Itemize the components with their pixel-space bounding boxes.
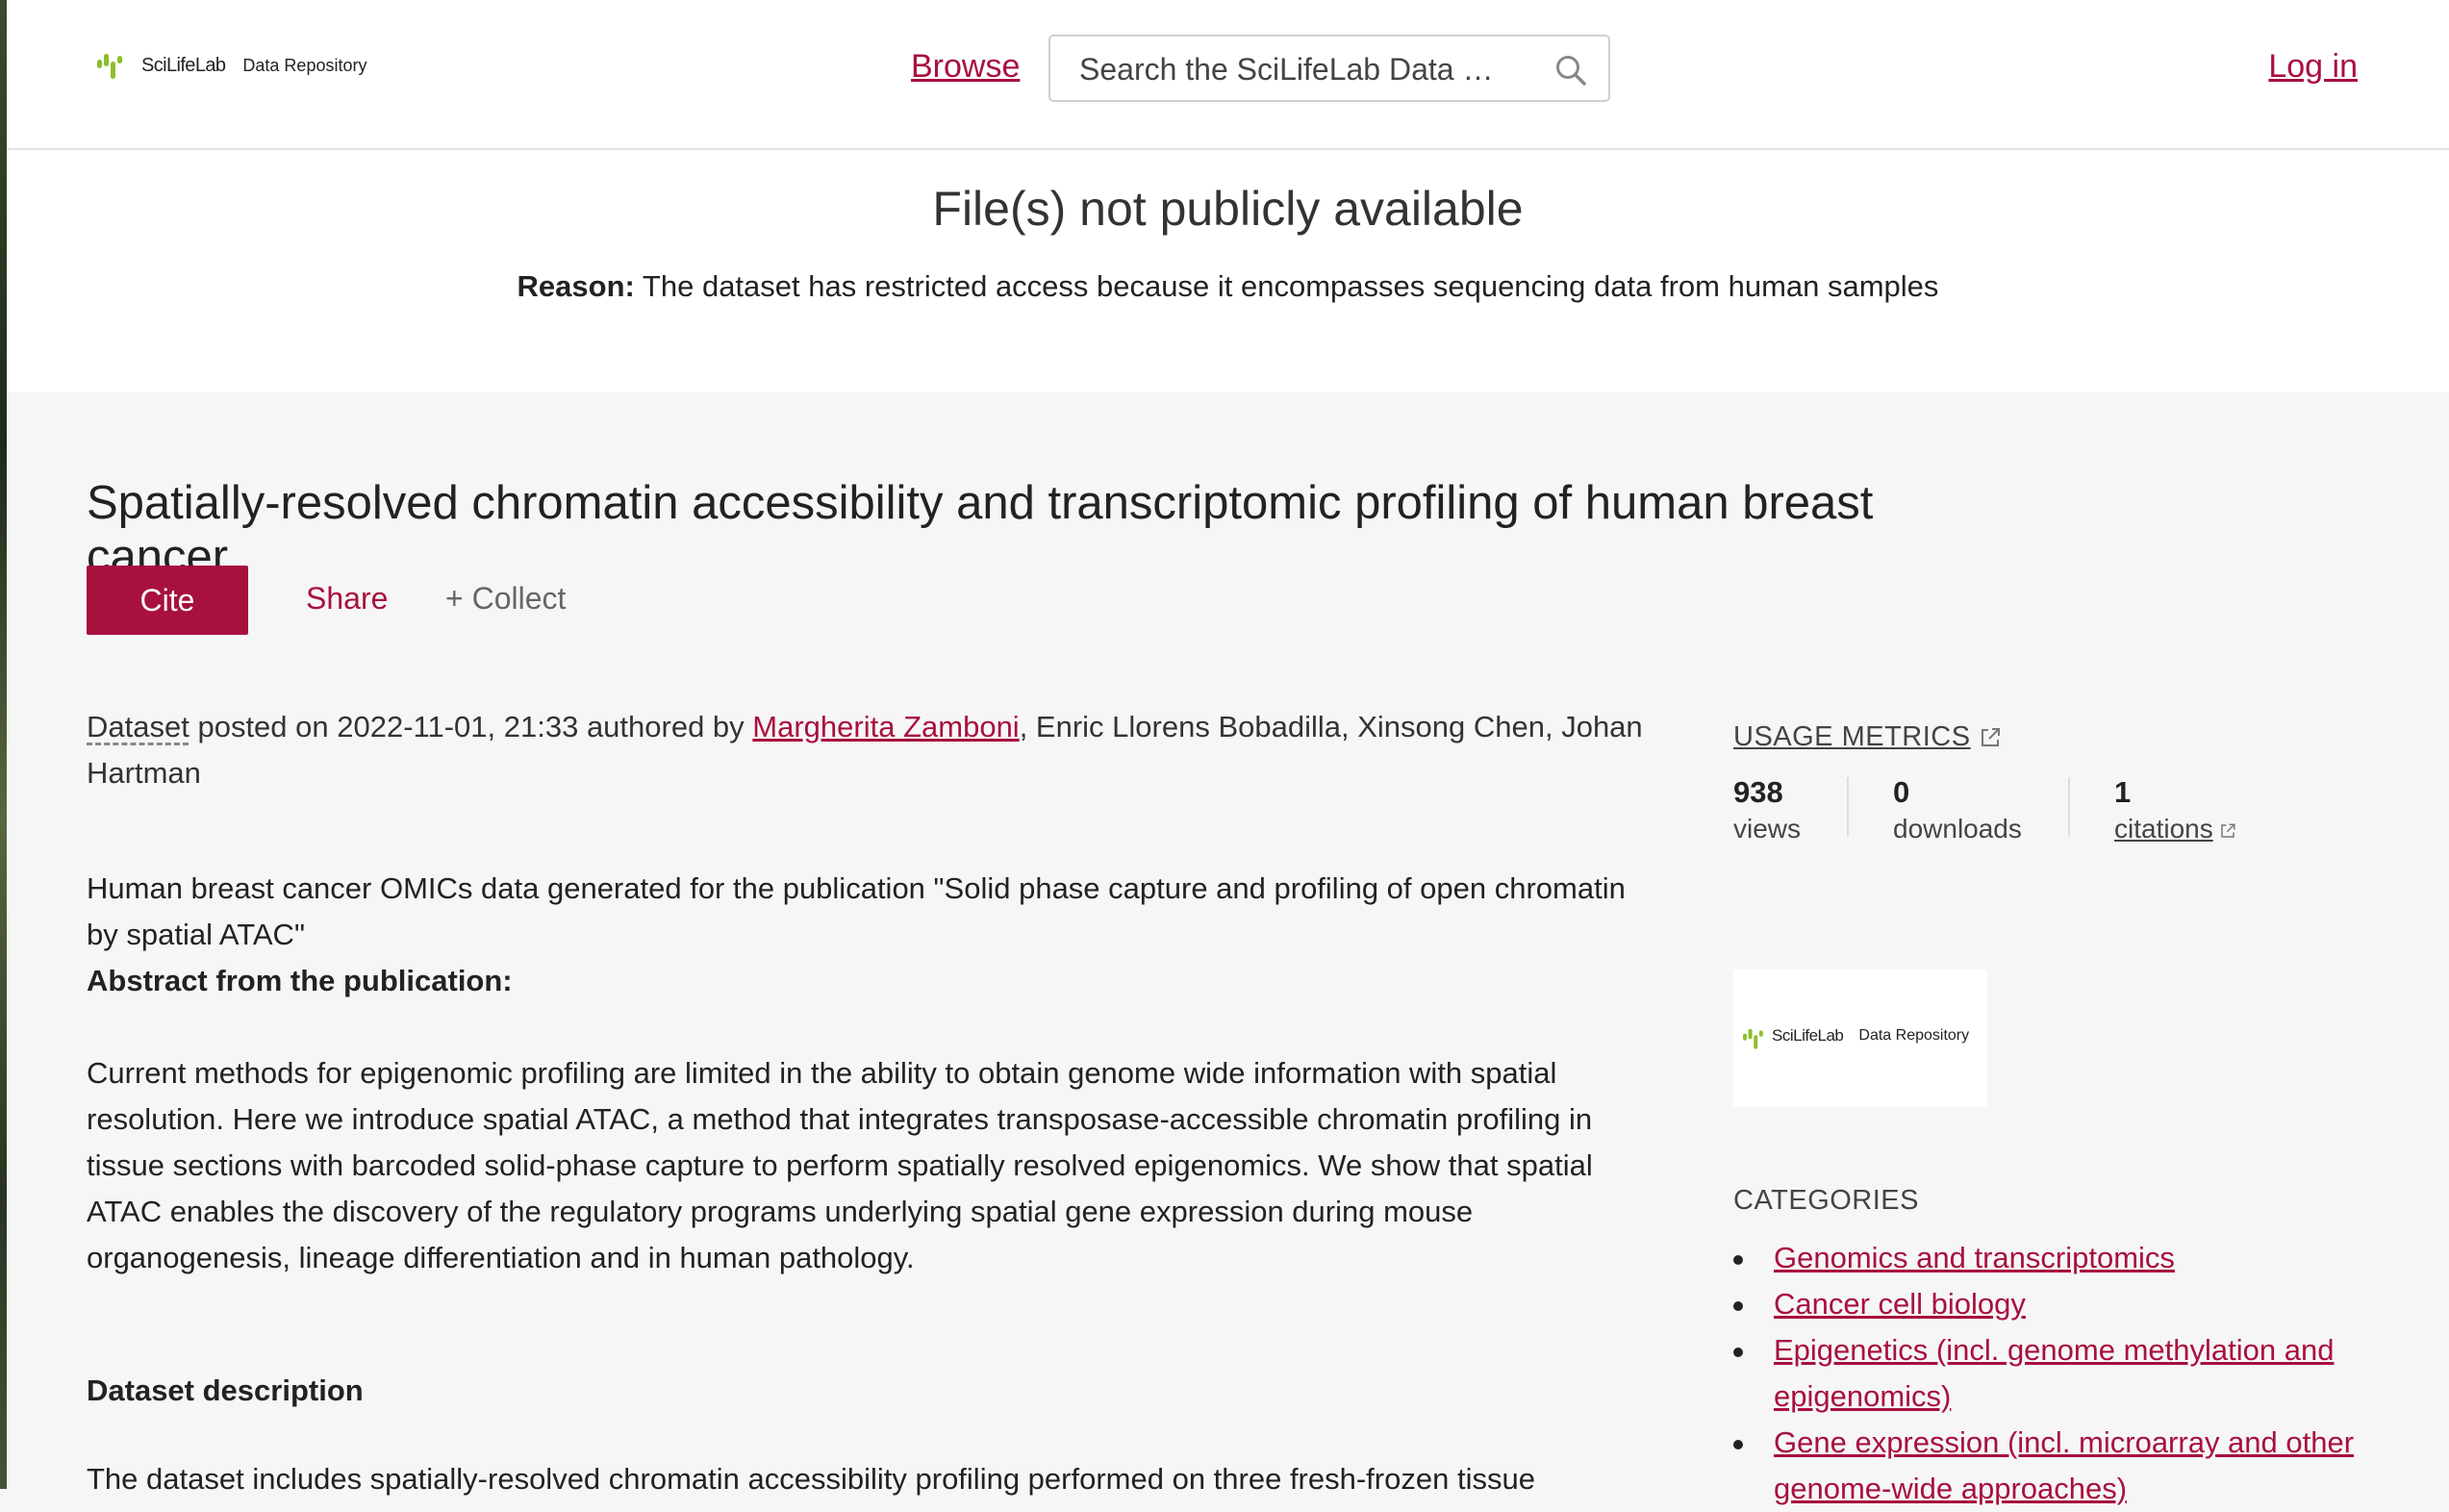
cite-button[interactable]: Cite (87, 566, 248, 635)
dataset-description-heading: Dataset description (87, 1373, 364, 1407)
external-link-icon (1981, 728, 2000, 747)
browse-link[interactable]: Browse (911, 48, 1020, 86)
usage-metrics-label: USAGE METRICS (1733, 721, 1971, 752)
authored-by: authored by (578, 710, 753, 743)
login-link[interactable]: Log in (2268, 48, 2358, 86)
restricted-notice: File(s) not publicly available Reason: T… (7, 150, 2449, 392)
categories-heading: CATEGORIES (1733, 1185, 1919, 1216)
category-link[interactable]: Cancer cell biology (1774, 1287, 2026, 1321)
bullet-icon (1733, 1254, 1743, 1265)
metric-label: views (1733, 814, 1802, 844)
metric-value: 0 (1893, 775, 1910, 809)
logo-subtitle: Data Repository (242, 55, 367, 75)
bullet-icon (1733, 1300, 1743, 1311)
site-logo[interactable]: SciLifeLab Data Repository (95, 52, 366, 79)
logo-subtitle: Data Repository (1858, 1027, 1970, 1044)
metric-citations-link[interactable]: citations (2114, 814, 2236, 844)
reason-label: Reason: (517, 269, 635, 303)
posted-prefix: posted on (189, 710, 338, 743)
search-input[interactable] (1077, 48, 1533, 90)
external-link-icon (2220, 823, 2235, 838)
description: Human breast cancer OMICs data generated… (87, 866, 1664, 1281)
metric-divider (1847, 777, 1849, 837)
logo-leaf-icon (95, 52, 124, 79)
reason-text: The dataset has restricted access becaus… (642, 269, 1939, 303)
author-link[interactable]: Margherita Zamboni (752, 710, 1019, 743)
list-item: Cancer cell biology (1733, 1281, 2407, 1327)
logo-brand: SciLifeLab (1772, 1026, 1844, 1045)
metric-label: downloads (1893, 814, 2022, 844)
metric-label[interactable]: citations (2114, 814, 2213, 844)
item-meta: Dataset posted on 2022-11-01, 21:33 auth… (87, 704, 1654, 796)
categories-list: Genomics and transcriptomics Cancer cell… (1733, 1235, 2407, 1512)
search-icon[interactable] (1554, 54, 1587, 87)
site-header: SciLifeLab Data Repository Browse Log in (7, 0, 2449, 150)
metric-divider (2068, 777, 2070, 837)
list-item: Genomics and transcriptomics (1733, 1235, 2407, 1281)
metric-value: 1 (2114, 775, 2132, 809)
intro-text: Human breast cancer OMICs data generated… (87, 871, 1626, 951)
item-type[interactable]: Dataset (87, 710, 189, 743)
logo-brand: SciLifeLab (141, 54, 226, 76)
metric-value: 938 (1733, 775, 1783, 809)
category-link[interactable]: Genomics and transcriptomics (1774, 1241, 2175, 1274)
logo-leaf-icon (1741, 1027, 1763, 1049)
dataset-title: Spatially-resolved chromatin accessibili… (87, 477, 1874, 583)
bullet-icon (1733, 1439, 1743, 1449)
list-item: Gene expression (incl. microarray and ot… (1733, 1420, 2407, 1512)
usage-metrics-link[interactable]: USAGE METRICS (1733, 721, 2002, 753)
group-logo: SciLifeLab Data Repository (1733, 970, 1987, 1106)
abstract-heading: Abstract from the publication: (87, 964, 513, 997)
abstract-text: Current methods for epigenomic profiling… (87, 1056, 1593, 1274)
category-link[interactable]: Epigenetics (incl. genome methylation an… (1774, 1333, 2334, 1413)
category-link[interactable]: Gene expression (incl. microarray and ot… (1774, 1425, 2354, 1505)
share-button[interactable]: Share (306, 581, 388, 617)
search-box (1048, 35, 1610, 102)
list-item: Epigenetics (incl. genome methylation an… (1733, 1327, 2407, 1420)
metric-citations: 1 citations (2114, 775, 2236, 844)
notice-reason: Reason: The dataset has restricted acces… (7, 269, 2449, 304)
collect-button[interactable]: + Collect (445, 581, 566, 617)
posted-date: 2022-11-01, 21:33 (337, 710, 579, 743)
dataset-description-text: The dataset includes spatially-resolved … (87, 1462, 1535, 1496)
bullet-icon (1733, 1347, 1743, 1357)
notice-title: File(s) not publicly available (932, 182, 1524, 236)
metric-downloads: 0 downloads (1893, 775, 2022, 844)
window-edge (0, 0, 7, 1489)
metric-views: 938 views (1733, 775, 1801, 844)
